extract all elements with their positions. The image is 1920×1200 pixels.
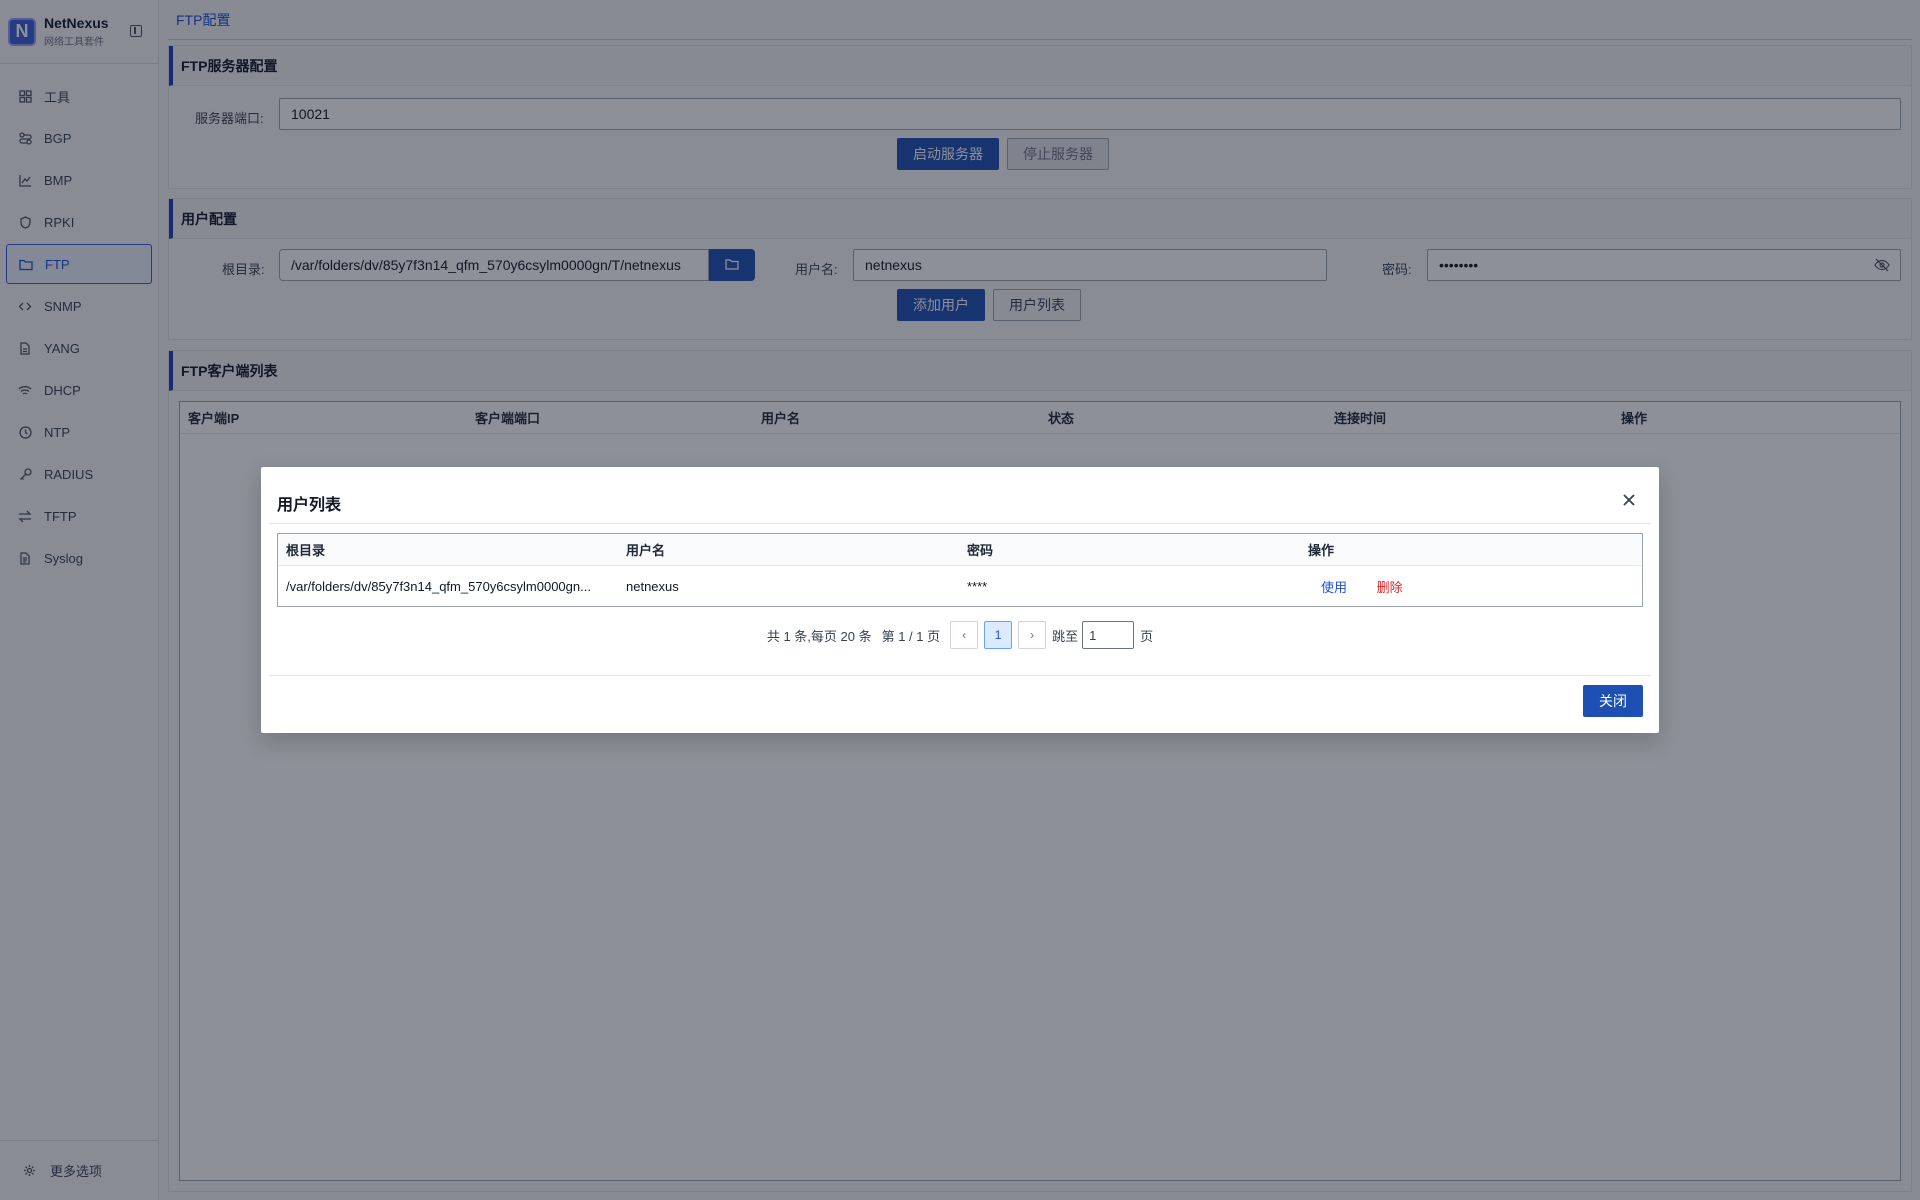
pagination-page-info: 第 1 / 1 页 <box>881 628 941 644</box>
divider <box>269 675 1651 676</box>
pagination: 共 1 条,每页 20 条 第 1 / 1 页 ‹ 1 › 跳至 1 页 <box>261 621 1659 649</box>
user-table: 根目录 用户名 密码 操作 /var/folders/dv/85y7f3n14_… <box>277 533 1643 607</box>
column-header: 用户名 <box>626 543 666 558</box>
close-dialog-button[interactable]: 关闭 <box>1583 685 1643 717</box>
cell-root-dir: /var/folders/dv/85y7f3n14_qfm_570y6csylm… <box>286 578 591 594</box>
page-button-1[interactable]: 1 <box>984 621 1013 649</box>
prev-page-button[interactable]: ‹ <box>950 621 979 649</box>
cell-password: **** <box>967 578 988 594</box>
pagination-summary: 共 1 条,每页 20 条 <box>766 628 872 644</box>
close-icon[interactable] <box>1621 493 1637 509</box>
cell-username: netnexus <box>626 578 679 594</box>
next-page-button[interactable]: › <box>1018 621 1047 649</box>
divider <box>269 523 1651 524</box>
user-list-dialog: 用户列表 根目录 用户名 密码 操作 /var/folders/dv/85y7f… <box>261 467 1659 733</box>
jump-page-input[interactable]: 1 <box>1082 621 1135 649</box>
delete-link[interactable]: 删除 <box>1377 580 1403 595</box>
page-suffix: 页 <box>1140 628 1154 644</box>
user-table-header: 根目录 用户名 密码 操作 <box>278 534 1642 566</box>
cell-actions: 使用 删除 <box>1300 577 1403 596</box>
column-header: 密码 <box>967 543 994 558</box>
jump-label: 跳至 <box>1052 628 1079 644</box>
table-row: /var/folders/dv/85y7f3n14_qfm_570y6csylm… <box>278 566 1642 606</box>
dialog-title: 用户列表 <box>277 497 342 514</box>
column-header: 根目录 <box>286 543 326 558</box>
use-link[interactable]: 使用 <box>1321 580 1347 595</box>
column-header: 操作 <box>1308 543 1335 558</box>
